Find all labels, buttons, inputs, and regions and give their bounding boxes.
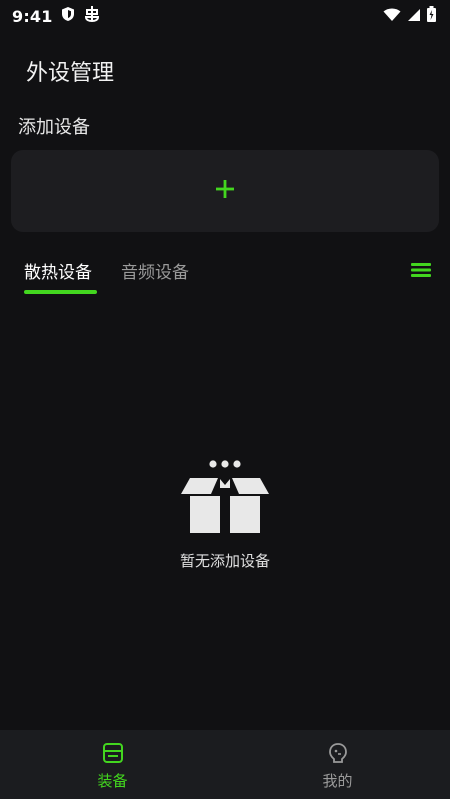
- profile-icon: [327, 742, 349, 768]
- list-menu-icon[interactable]: [411, 262, 431, 282]
- empty-state-text: 暂无添加设备: [179, 552, 270, 570]
- page-title: 外设管理: [26, 61, 115, 86]
- battery-icon: [427, 6, 436, 26]
- nav-equipment-label: 装备: [97, 772, 128, 790]
- wifi-icon: [383, 7, 401, 26]
- nav-profile[interactable]: 我的: [225, 730, 450, 799]
- status-right: [383, 6, 436, 26]
- empty-box-icon: [180, 458, 270, 538]
- add-device-button[interactable]: [11, 150, 439, 232]
- tab-cooling-devices[interactable]: 散热设备: [24, 258, 92, 283]
- status-left: 9:41: [12, 5, 101, 27]
- add-device-label: 添加设备: [18, 117, 90, 138]
- shield-icon: [61, 6, 75, 26]
- nav-equipment[interactable]: 装备: [0, 730, 225, 799]
- plus-icon: [215, 179, 235, 203]
- bug-icon: [83, 5, 101, 27]
- status-bar: 9:41: [0, 0, 450, 32]
- bottom-nav: 装备 我的: [0, 730, 450, 799]
- device-tabs: 散热设备 音频设备: [0, 250, 450, 300]
- signal-icon: [407, 7, 421, 26]
- empty-state: 暂无添加设备: [0, 458, 450, 571]
- nav-profile-label: 我的: [322, 772, 353, 790]
- active-tab-indicator: [24, 290, 97, 294]
- equipment-icon: [102, 742, 124, 768]
- tab-audio-devices[interactable]: 音频设备: [121, 258, 189, 283]
- status-time: 9:41: [12, 6, 53, 26]
